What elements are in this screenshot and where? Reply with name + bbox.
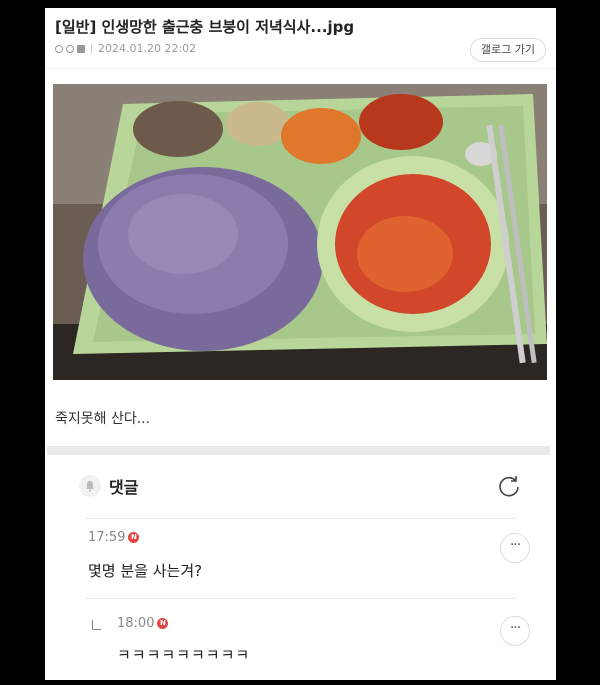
comment-text: ㅋㅋㅋㅋㅋㅋㅋㅋㅋ <box>117 646 251 664</box>
comments-label: 댓글 <box>109 478 139 497</box>
new-badge: N <box>157 618 169 629</box>
reply-arrow-icon <box>92 620 101 630</box>
post-title: [일반] 인생망한 출근충 브붕이 저녁식사...jpg <box>55 18 355 36</box>
photo-icon <box>53 84 547 380</box>
bell-icon[interactable] <box>79 475 101 497</box>
divider <box>45 68 556 69</box>
divider <box>85 518 516 519</box>
post-body: 죽지못해 산다... <box>55 411 151 427</box>
post-date: 2024.01.20 22:02 <box>98 42 197 55</box>
section-divider <box>47 446 550 455</box>
meta-divider <box>91 43 92 54</box>
divider <box>85 598 516 599</box>
comment-time: 18:00 N <box>117 616 169 631</box>
new-badge: N <box>128 532 140 543</box>
post-meta: 2024.01.20 22:02 <box>55 42 196 55</box>
refresh-icon[interactable] <box>496 473 522 499</box>
gallery-button[interactable]: 갤로그 가기 <box>469 38 546 62</box>
more-icon[interactable]: ··· <box>500 616 530 646</box>
comments-header: 댓글 <box>79 474 138 498</box>
comment-time: 17:59 N <box>88 530 140 545</box>
author-icon[interactable] <box>55 44 85 53</box>
more-icon[interactable]: ··· <box>500 533 530 563</box>
post-page: [일반] 인생망한 출근충 브붕이 저녁식사...jpg 2024.01.20 … <box>45 8 556 680</box>
comment-text: 몇명 분을 사는겨? <box>88 562 203 580</box>
